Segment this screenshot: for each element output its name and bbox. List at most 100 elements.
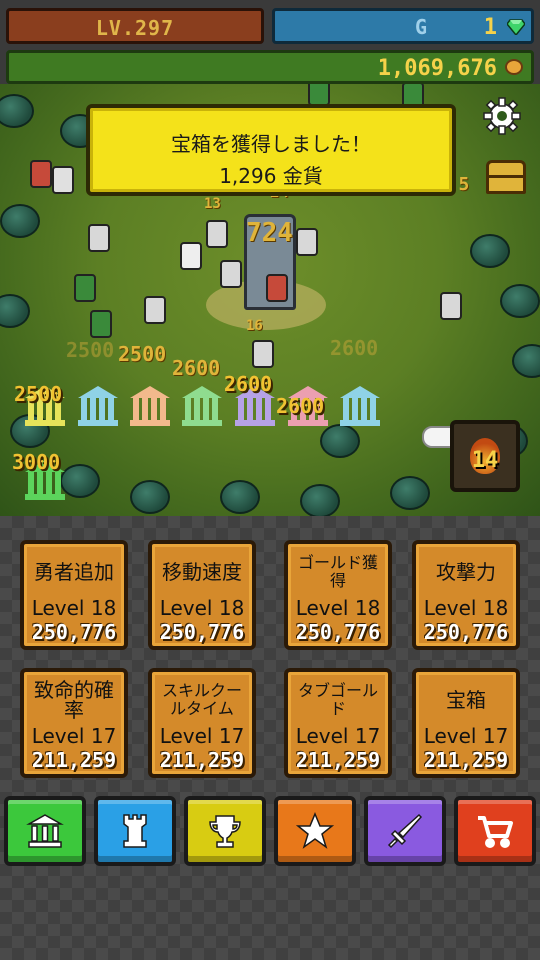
upgrade-card-add-hero[interactable]: 勇者追加 Level 18 250,776 <box>20 540 128 650</box>
nav-temple-button[interactable] <box>4 796 86 866</box>
temple-label: 2600 <box>276 394 325 418</box>
orc-enemy <box>74 274 96 302</box>
temple[interactable] <box>78 386 118 426</box>
upgrade-name: 移動速度 <box>162 560 242 584</box>
nav-star-button[interactable] <box>274 796 356 866</box>
temple-label: 2600 <box>224 372 273 396</box>
upgrade-level: Level 17 <box>295 724 381 748</box>
hero-unit <box>144 296 166 324</box>
sword-icon <box>387 813 423 849</box>
upgrade-cost: 250,776 <box>423 620 509 644</box>
upgrade-cost: 211,259 <box>423 748 509 772</box>
upgrade-card-gold-gain[interactable]: ゴールド獲得 Level 18 250,776 <box>284 540 392 650</box>
upgrade-name: スキルクールタイム <box>161 681 242 718</box>
skill-counter: 14 <box>471 448 499 473</box>
damage-number: 16 <box>246 318 263 334</box>
gem-bar[interactable]: G 1 <box>272 8 534 44</box>
tree <box>512 344 540 378</box>
level-bar: LV.297 <box>6 8 264 44</box>
trophy-icon <box>209 815 241 848</box>
hero-unit <box>220 260 242 288</box>
gem-label: G <box>415 15 428 39</box>
nav-sword-button[interactable] <box>364 796 446 866</box>
upgrade-level: Level 18 <box>31 596 117 620</box>
treasure-chest-icon[interactable] <box>486 160 526 194</box>
tree <box>220 480 260 514</box>
upgrade-level: Level 18 <box>295 596 381 620</box>
upgrade-level: Level 17 <box>31 724 117 748</box>
tree <box>390 476 430 510</box>
upgrade-name: 勇者追加 <box>34 560 114 584</box>
coin-icon <box>505 59 523 75</box>
upgrade-name: タブゴールド <box>297 681 378 718</box>
star-icon <box>295 812 335 849</box>
tree <box>0 204 40 238</box>
player-level: LV.297 <box>95 16 175 40</box>
temple[interactable] <box>340 386 380 426</box>
upgrade-cost: 250,776 <box>295 620 381 644</box>
upgrade-card-skill-cooldown[interactable]: スキルクールタイム Level 17 211,259 <box>148 668 256 778</box>
gold-bar: 1,069,676 <box>6 50 534 84</box>
upgrade-cost: 250,776 <box>159 620 245 644</box>
tree <box>60 464 100 498</box>
upgrade-level: Level 18 <box>159 596 245 620</box>
tree <box>500 284 540 318</box>
hero-unit <box>252 340 274 368</box>
upgrade-level: Level 17 <box>159 724 245 748</box>
hero-unit <box>440 292 462 320</box>
tree <box>0 294 30 328</box>
upgrade-card-tap-gold[interactable]: タブゴールド Level 17 211,259 <box>284 668 392 778</box>
hero-unit <box>52 166 74 194</box>
temple[interactable] <box>182 386 222 426</box>
orc-enemy <box>308 84 330 106</box>
hero-unit <box>30 160 52 188</box>
damage-number: 2600 <box>172 356 221 380</box>
upgrade-card-move-speed[interactable]: 移動速度 Level 18 250,776 <box>148 540 256 650</box>
gem-icon <box>507 19 525 35</box>
tree <box>470 234 510 268</box>
upgrade-name: 宝箱 <box>446 688 486 712</box>
tower-icon <box>123 814 147 848</box>
upgrade-level: Level 17 <box>423 724 509 748</box>
upgrade-level: Level 18 <box>423 596 509 620</box>
cart-icon <box>478 816 513 848</box>
orc-enemy <box>90 310 112 338</box>
nav-tower-button[interactable] <box>94 796 176 866</box>
gear-icon[interactable] <box>482 96 522 136</box>
damage-number: 2600 <box>330 336 379 360</box>
damage-number: 2500 <box>118 342 167 366</box>
upgrade-card-attack[interactable]: 攻撃力 Level 18 250,776 <box>412 540 520 650</box>
upgrade-cost: 250,776 <box>31 620 117 644</box>
fire-skill-button[interactable]: 14 <box>450 420 520 492</box>
temple-icon <box>26 814 64 848</box>
tree <box>300 484 340 516</box>
gold-amount: 1,069,676 <box>377 56 497 81</box>
upgrade-name: 攻撃力 <box>436 560 496 584</box>
nav-trophy-button[interactable] <box>184 796 266 866</box>
upgrade-cost: 211,259 <box>159 748 245 772</box>
damage-number: 2500 <box>66 338 115 362</box>
toast-title: 宝箱を獲得しました！ <box>171 132 371 156</box>
upgrade-cost: 211,259 <box>31 748 117 772</box>
hero-unit <box>296 228 318 256</box>
upgrade-card-crit-rate[interactable]: 致命的確率 Level 17 211,259 <box>20 668 128 778</box>
hero-unit <box>88 224 110 252</box>
damage-number: 13 <box>204 196 221 212</box>
tree <box>0 94 34 128</box>
tree <box>320 424 360 458</box>
upgrade-name: ゴールド獲得 <box>297 553 378 590</box>
nav-shop-button[interactable] <box>454 796 536 866</box>
upgrade-cost: 211,259 <box>295 748 381 772</box>
damage-number: 724 <box>246 218 293 248</box>
upgrade-name: 致命的確率 <box>34 678 114 722</box>
hero-unit <box>266 274 288 302</box>
gem-count: 1 <box>483 15 497 40</box>
temple-label: 2500 <box>14 382 63 406</box>
toast-amount: 1,296 金貨 <box>219 164 323 188</box>
hero-unit <box>206 220 228 248</box>
hero-unit <box>180 242 202 270</box>
tree <box>130 480 170 514</box>
temple[interactable] <box>130 386 170 426</box>
temple-label: 3000 <box>12 450 61 474</box>
upgrade-card-treasure[interactable]: 宝箱 Level 17 211,259 <box>412 668 520 778</box>
